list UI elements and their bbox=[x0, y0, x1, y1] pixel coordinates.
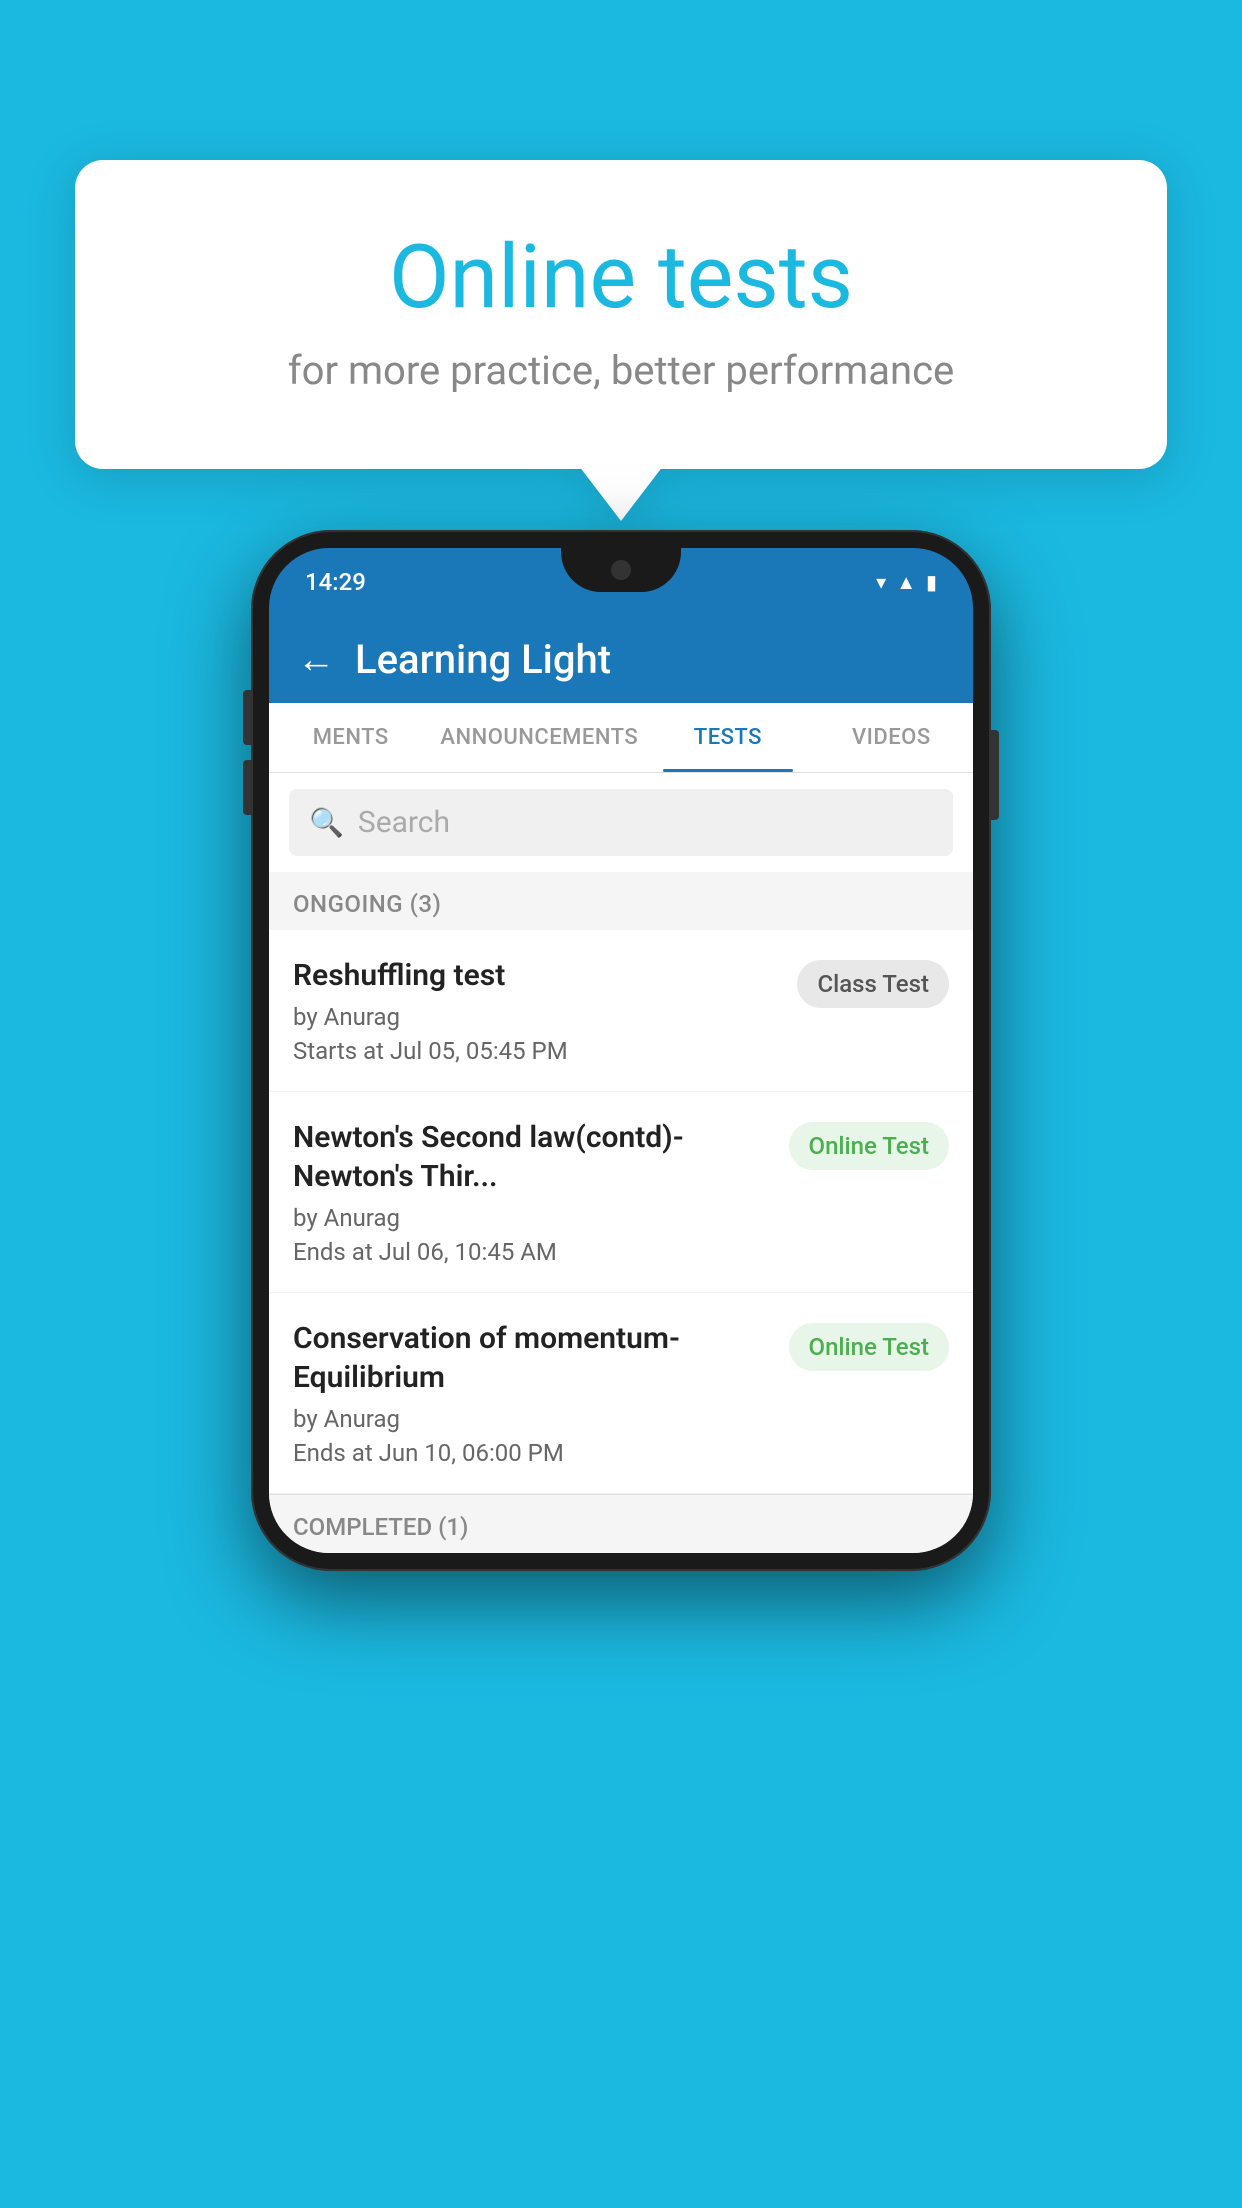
status-bar: 14:29 ▾ ▲ ▮ bbox=[269, 548, 973, 616]
test-list: Reshuffling test by Anurag Starts at Jul… bbox=[269, 930, 973, 1494]
status-icons: ▾ ▲ ▮ bbox=[876, 570, 937, 595]
tab-bar: MENTS ANNOUNCEMENTS TESTS VIDEOS bbox=[269, 703, 973, 773]
ongoing-section-header: ONGOING (3) bbox=[269, 872, 973, 930]
test-time: Ends at Jun 10, 06:00 PM bbox=[293, 1439, 773, 1467]
volume-up-button bbox=[243, 690, 251, 745]
bubble-subtitle: for more practice, better performance bbox=[135, 347, 1107, 394]
test-name: Newton's Second law(contd)-Newton's Thir… bbox=[293, 1118, 773, 1196]
test-name: Reshuffling test bbox=[293, 956, 781, 995]
test-author: by Anurag bbox=[293, 1003, 781, 1031]
phone-mockup: 14:29 ▾ ▲ ▮ ← Learning Light MENTS bbox=[251, 530, 991, 1571]
volume-down-button bbox=[243, 760, 251, 815]
test-badge: Online Test bbox=[789, 1323, 949, 1371]
test-info: Newton's Second law(contd)-Newton's Thir… bbox=[293, 1118, 773, 1266]
search-bar-wrapper: 🔍 Search bbox=[269, 773, 973, 872]
phone-screen: MENTS ANNOUNCEMENTS TESTS VIDEOS 🔍 Searc… bbox=[269, 703, 973, 1553]
test-item[interactable]: Reshuffling test by Anurag Starts at Jul… bbox=[269, 930, 973, 1092]
search-placeholder: Search bbox=[358, 805, 450, 840]
app-title: Learning Light bbox=[355, 636, 611, 683]
notch bbox=[561, 548, 681, 592]
status-time: 14:29 bbox=[305, 568, 366, 596]
tab-announcements[interactable]: ANNOUNCEMENTS bbox=[432, 703, 646, 772]
test-item[interactable]: Newton's Second law(contd)-Newton's Thir… bbox=[269, 1092, 973, 1293]
tab-tests[interactable]: TESTS bbox=[646, 703, 809, 772]
search-icon: 🔍 bbox=[309, 806, 344, 839]
test-name: Conservation of momentum-Equilibrium bbox=[293, 1319, 773, 1397]
camera bbox=[611, 560, 631, 580]
promo-bubble: Online tests for more practice, better p… bbox=[75, 160, 1167, 469]
test-author: by Anurag bbox=[293, 1405, 773, 1433]
test-time: Starts at Jul 05, 05:45 PM bbox=[293, 1037, 781, 1065]
wifi-icon: ▾ bbox=[876, 570, 886, 594]
completed-section-header: COMPLETED (1) bbox=[269, 1494, 973, 1553]
search-bar[interactable]: 🔍 Search bbox=[289, 789, 953, 856]
test-info: Conservation of momentum-Equilibrium by … bbox=[293, 1319, 773, 1467]
power-button bbox=[991, 730, 999, 820]
back-button[interactable]: ← bbox=[297, 641, 335, 679]
tab-ments[interactable]: MENTS bbox=[269, 703, 432, 772]
test-badge: Class Test bbox=[797, 960, 949, 1008]
signal-icon: ▲ bbox=[896, 570, 916, 595]
test-time: Ends at Jul 06, 10:45 AM bbox=[293, 1238, 773, 1266]
test-author: by Anurag bbox=[293, 1204, 773, 1232]
test-info: Reshuffling test by Anurag Starts at Jul… bbox=[293, 956, 781, 1065]
app-header: ← Learning Light bbox=[269, 616, 973, 703]
test-item[interactable]: Conservation of momentum-Equilibrium by … bbox=[269, 1293, 973, 1494]
tab-videos[interactable]: VIDEOS bbox=[810, 703, 973, 772]
bubble-title: Online tests bbox=[135, 230, 1107, 327]
battery-icon: ▮ bbox=[926, 570, 937, 594]
test-badge: Online Test bbox=[789, 1122, 949, 1170]
